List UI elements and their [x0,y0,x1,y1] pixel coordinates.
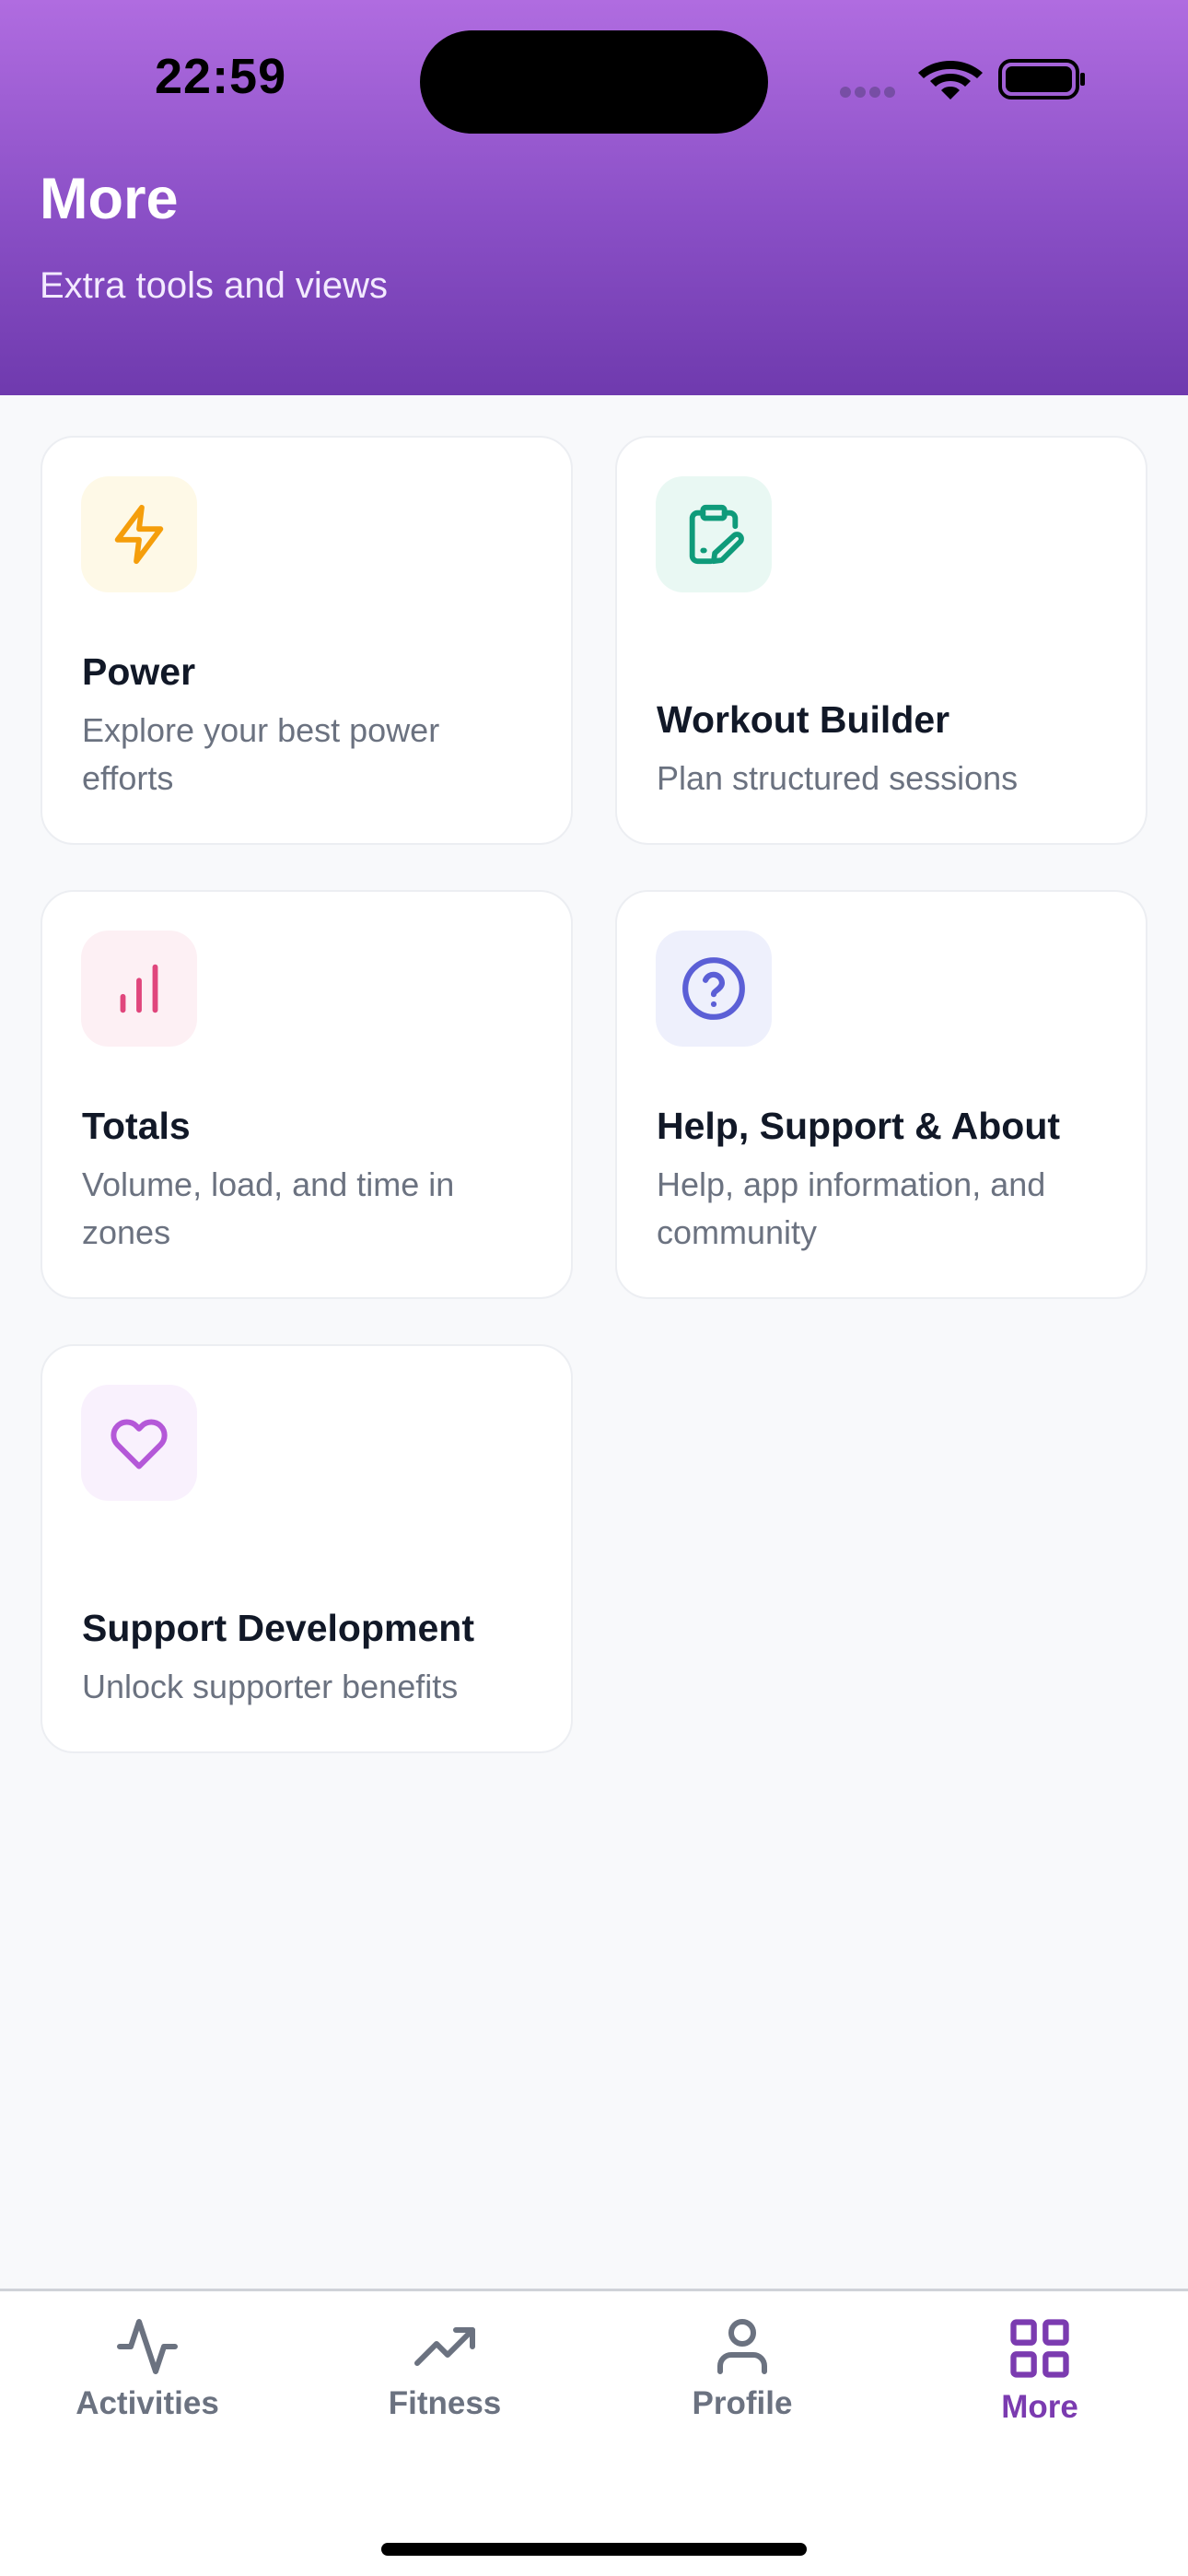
card-description: Volume, load, and time in zones [82,1165,455,1251]
tab-profile[interactable]: Profile [632,2313,853,2452]
user-icon [717,2319,767,2374]
tab-label: Profile [692,2385,793,2421]
signal-icon [840,87,895,98]
home-indicator [381,2543,807,2556]
header: 22:59 More Extra tools and views [0,0,1188,395]
activity-pulse-icon [117,2319,178,2374]
status-icons [838,55,1087,101]
card-power[interactable]: Power Explore your best power efforts [41,436,573,845]
battery-icon [998,59,1085,100]
tab-more[interactable]: More [929,2313,1150,2452]
page-title: More [40,167,179,231]
tab-activities[interactable]: Activities [37,2313,258,2452]
card-help-support-about[interactable]: Help, Support & About Help, app informat… [615,890,1147,1299]
trending-up-icon [414,2327,475,2366]
card-description: Unlock supporter benefits [82,1668,459,1705]
status-time: 22:59 [155,49,287,104]
card-workout-builder[interactable]: Workout Builder Plan structured sessions [615,436,1147,845]
card-description: Plan structured sessions [657,759,1019,797]
tab-label: More [1001,2389,1078,2425]
grid-icon [1010,2319,1069,2378]
card-totals[interactable]: Totals Volume, load, and time in zones [41,890,573,1299]
bar-chart-icon [81,931,197,1047]
card-title: Power [82,650,196,693]
page-subtitle: Extra tools and views [40,265,388,306]
card-description: Help, app information, and community [657,1165,1046,1251]
tab-fitness[interactable]: Fitness [334,2313,555,2452]
card-title: Totals [82,1105,191,1147]
card-title: Workout Builder [657,698,950,741]
card-title: Support Development [82,1607,474,1649]
card-description: Explore your best power efforts [82,711,440,797]
heart-icon [81,1385,197,1501]
tab-label: Fitness [388,2385,502,2421]
question-circle-icon [656,931,772,1047]
clipboard-edit-icon [656,476,772,592]
lightning-icon [81,476,197,592]
dynamic-island [420,30,768,134]
wifi-icon [918,61,983,100]
tab-bar: Activities Fitness Profile More [0,2289,1188,2576]
card-support-development[interactable]: Support Development Unlock supporter ben… [41,1344,573,1753]
tab-label: Activities [76,2385,219,2421]
card-title: Help, Support & About [657,1105,1061,1147]
